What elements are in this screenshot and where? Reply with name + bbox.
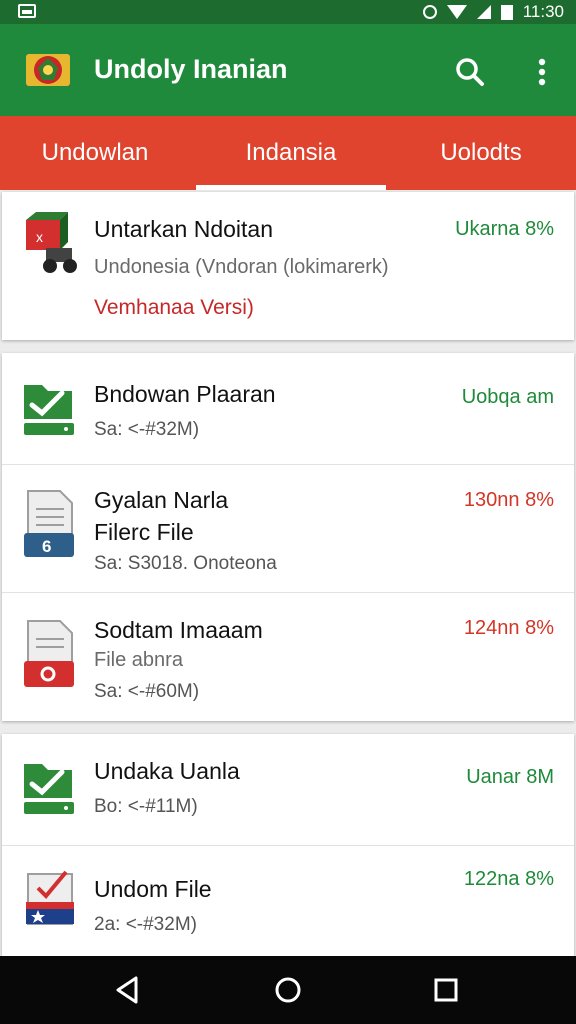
more-vert-icon[interactable] <box>524 54 560 90</box>
item-meta: Sa: S3018. Onoteona <box>94 553 277 574</box>
item-subtitle: File abnra <box>94 649 183 671</box>
item-meta: Sa: <-#60M) <box>94 681 200 702</box>
tab-indicator <box>196 185 386 190</box>
item-status: Ukarna 8% <box>455 218 554 240</box>
item-status: 122na 8% <box>463 868 554 890</box>
list-item[interactable]: Undaka Uanla Bo: <-#11M) Uanar 8M <box>2 734 574 845</box>
tab-undowlan[interactable]: Undowlan <box>0 116 190 190</box>
tab-bar: Undowlan Indansia Uolodts <box>0 116 576 190</box>
file-group-card: Undaka Uanla Bo: <-#11M) Uanar 8M Undom … <box>2 734 574 956</box>
app-bar: Undoly Inanian <box>0 24 576 116</box>
item-meta: 2a: <-#32M) <box>94 914 197 935</box>
item-title: Undom File <box>94 876 212 902</box>
tab-uolodts[interactable]: Uolodts <box>386 116 576 190</box>
item-title: Bndowan Plaaran <box>94 381 276 407</box>
pdf-file-icon <box>24 620 74 687</box>
back-icon[interactable] <box>108 970 148 1010</box>
item-title: Sodtam Imaaam <box>94 617 263 643</box>
alarm-icon <box>422 5 437 19</box>
document-icon: 6 <box>24 490 74 557</box>
item-status: Uanar 8M <box>466 766 554 788</box>
gallery-notification-icon <box>18 4 36 18</box>
battery-icon <box>500 4 513 20</box>
flag-document-icon <box>26 870 74 925</box>
recents-icon[interactable] <box>426 970 466 1010</box>
item-meta: Bo: <-#11M) <box>94 796 198 817</box>
home-icon[interactable] <box>268 970 308 1010</box>
item-title-line2: Filerc File <box>94 519 194 545</box>
list-item[interactable]: Bndowan Plaaran Sa: <-#32M) Uobqa am <box>2 353 574 464</box>
folder-check-icon <box>24 764 74 814</box>
item-title: Untarkan Ndoitan <box>94 216 273 242</box>
signal-icon <box>476 5 491 19</box>
status-bar: 11:30 <box>0 0 576 24</box>
delivery-package-icon: x <box>26 212 77 273</box>
list-item[interactable]: Sodtam Imaaam File abnra Sa: <-#60M) 124… <box>2 593 574 721</box>
emblem-logo-icon <box>26 54 70 86</box>
folder-check-icon <box>24 385 74 435</box>
file-group-card: Bndowan Plaaran Sa: <-#32M) Uobqa am 6 G… <box>2 353 574 721</box>
item-status: 130nn 8% <box>463 489 554 511</box>
item-meta: Sa: <-#32M) <box>94 419 200 440</box>
navigation-bar <box>0 956 576 1024</box>
version-link[interactable]: Vemhanaa Versi) <box>94 296 254 320</box>
item-subtitle: Undonesia (Vndoran (lokimarerk) <box>94 256 389 278</box>
item-title: Undaka Uanla <box>94 758 240 784</box>
svg-text:x: x <box>36 229 43 245</box>
status-icons: 11:30 <box>422 0 564 24</box>
search-icon[interactable] <box>452 54 488 90</box>
wifi-icon <box>446 5 467 19</box>
svg-text:6: 6 <box>42 537 51 556</box>
list-item[interactable]: Undom File 2a: <-#32M) 122na 8% <box>2 846 574 956</box>
item-status: 124nn 8% <box>463 617 554 639</box>
status-time: 11:30 <box>522 2 564 21</box>
list-item[interactable]: 6 Gyalan Narla Filerc File Sa: S3018. On… <box>2 465 574 592</box>
tab-indansia[interactable]: Indansia <box>196 116 386 190</box>
item-status: Uobqa am <box>461 386 554 408</box>
item-title: Gyalan Narla <box>94 487 229 513</box>
app-title: Undoly Inanian <box>94 54 288 84</box>
featured-card[interactable]: x Untarkan Ndoitan Undonesia (Vndoran (l… <box>2 192 574 340</box>
